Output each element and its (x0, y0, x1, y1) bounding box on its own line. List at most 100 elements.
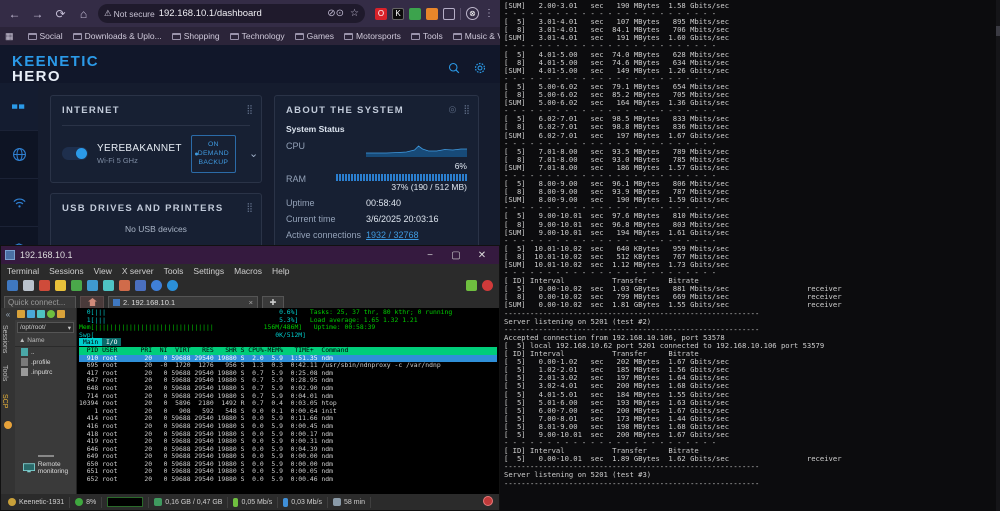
bookmark-item[interactable]: Games (291, 30, 338, 42)
status-memory[interactable]: 0,16 GB / 0,47 GB (149, 497, 228, 508)
drag-handle-icon[interactable]: ⣿ (463, 104, 470, 115)
bookmark-item[interactable]: Music & Video (449, 30, 500, 42)
status-cpu[interactable]: 8% (70, 497, 102, 508)
session-icon[interactable] (7, 280, 18, 291)
status-upload[interactable]: 0,05 Mb/s (228, 497, 278, 508)
ram-bar-segment (363, 174, 365, 181)
tunneling-icon[interactable] (103, 280, 114, 291)
games-icon[interactable] (39, 280, 50, 291)
packages-icon[interactable] (119, 280, 130, 291)
menu-terminal[interactable]: Terminal (7, 266, 39, 276)
warning-triangle-icon: ⚠ (104, 8, 112, 19)
settings-icon[interactable] (135, 280, 146, 291)
htop-terminal[interactable]: 0[||| 0.6%] Tasks: 25, 37 thr, 80 kthr; … (77, 308, 499, 494)
sftp-path-input[interactable]: /opt/root/ ▾ (17, 322, 74, 333)
status-download[interactable]: 0,03 Mb/s (278, 497, 328, 508)
side-tab-sessions[interactable]: Sessions (1, 319, 8, 359)
chevron-down-icon[interactable]: ⌄ (249, 147, 258, 160)
side-tab-scp[interactable]: SCP (1, 388, 8, 414)
scrollbar-thumb[interactable] (996, 26, 1000, 36)
menu-settings[interactable]: Settings (193, 266, 224, 276)
bookmark-item[interactable]: Technology (226, 30, 289, 42)
sftp-file-name: .inputrc (31, 369, 52, 376)
sidebar-item-wifi[interactable] (0, 179, 38, 227)
apps-grid-icon[interactable]: ▦ (5, 31, 14, 42)
kebab-menu-icon[interactable]: ⋮ (484, 8, 494, 19)
maximize-button[interactable]: ▢ (443, 246, 469, 264)
tools-icon[interactable] (23, 280, 34, 291)
xserver-status-icon[interactable] (466, 280, 477, 291)
session-tab[interactable]: 2. 192.168.10.1 × (108, 296, 258, 309)
active-connections-value[interactable]: 1932 / 32768 (366, 230, 419, 240)
drag-handle-icon[interactable]: ⣿ (246, 202, 253, 213)
menu-xserver[interactable]: X server (122, 266, 154, 276)
opera-ext-icon[interactable]: O (375, 8, 387, 20)
iperf-terminal[interactable]: [SUM] 2.00-3.01 sec 190 MBytes 1.58 Gbit… (500, 0, 1000, 511)
minimize-button[interactable]: − (417, 246, 443, 264)
reload-icon[interactable]: ⟳ (52, 5, 69, 22)
status-host[interactable]: Keenetic-1931 (3, 497, 70, 508)
forward-icon[interactable]: → (29, 5, 46, 22)
globe-icon[interactable] (151, 280, 162, 291)
chevron-down-icon[interactable]: ▾ (68, 324, 71, 332)
bookmark-item[interactable]: Tools (407, 30, 447, 42)
translate-icon[interactable]: ⊘⊙ (327, 8, 344, 19)
help-icon[interactable] (167, 280, 178, 291)
display-icon[interactable] (71, 280, 82, 291)
sidebar-item-internet[interactable] (0, 131, 38, 179)
settings-gear-icon[interactable]: ◎ (449, 104, 457, 115)
terminal-scrollbar[interactable] (996, 0, 1000, 511)
back-icon[interactable]: ← (6, 5, 23, 22)
upload-icon[interactable] (47, 310, 55, 318)
menu-sessions[interactable]: Sessions (49, 266, 84, 276)
download-icon[interactable] (37, 310, 45, 318)
new-tab-button[interactable]: ✚ (262, 296, 284, 309)
sftp-column-header[interactable]: ▲ Name (15, 335, 76, 347)
home-tab[interactable] (80, 296, 104, 309)
drag-handle-icon[interactable]: ⣿ (246, 104, 253, 115)
htop-row[interactable]: 652 root 20 0 59688 29540 19880 S 0.0 5.… (79, 475, 333, 483)
status-uptime[interactable]: 58 min (328, 497, 371, 508)
profile-icon[interactable]: ⊗ (466, 7, 479, 20)
menu-tools[interactable]: Tools (164, 266, 184, 276)
close-button[interactable]: ✕ (469, 246, 495, 264)
refresh-icon[interactable] (27, 310, 35, 318)
ram-bar-segment (432, 174, 434, 181)
internet-toggle[interactable] (62, 147, 88, 160)
multiexec-icon[interactable] (87, 280, 98, 291)
address-bar[interactable]: ⚠ Not secure 192.168.10.1/dashboard ⊘⊙ ☆ (98, 4, 365, 23)
bookmark-item[interactable]: Motorsports (340, 30, 405, 42)
k-ext-icon[interactable]: K (392, 8, 404, 20)
split-screen-icon[interactable] (443, 8, 455, 20)
new-folder-icon[interactable] (57, 310, 65, 318)
menu-help[interactable]: Help (272, 266, 289, 276)
sftp-row[interactable]: .. (15, 347, 76, 357)
mobaxterm-titlebar[interactable]: 192.168.10.1 − ▢ ✕ (1, 246, 499, 264)
star-icon[interactable] (55, 280, 66, 291)
sidebar-item-dashboard[interactable] (0, 83, 38, 131)
sftp-row[interactable]: .inputrc (15, 367, 76, 377)
orange-ext-icon[interactable] (426, 8, 438, 20)
folder-up-icon[interactable] (17, 310, 25, 318)
home-icon[interactable]: ⌂ (75, 5, 92, 22)
bookmark-star-icon[interactable]: ☆ (350, 8, 359, 19)
tab-close-icon[interactable]: × (249, 298, 253, 307)
bookmark-item[interactable]: Shopping (168, 30, 224, 42)
menu-view[interactable]: View (94, 266, 112, 276)
gear-icon[interactable] (474, 62, 486, 77)
bookmark-item[interactable]: Social (24, 30, 67, 42)
menu-macros[interactable]: Macros (234, 266, 262, 276)
record-icon[interactable] (483, 496, 493, 506)
not-secure-badge[interactable]: ⚠ Not secure (104, 8, 155, 19)
exit-icon[interactable] (482, 280, 493, 291)
quick-connect-input[interactable]: Quick connect... (4, 296, 76, 309)
extensions-row: O K ⊗ ⋮ (371, 7, 494, 20)
on-demand-backup-badge[interactable]: ON DEMAND BACKUP (191, 135, 236, 173)
green-ext-icon[interactable] (409, 8, 421, 20)
search-icon[interactable] (448, 62, 460, 77)
sftp-row[interactable]: .profile (15, 357, 76, 367)
remote-monitoring-widget[interactable]: Remote monitoring (15, 452, 76, 478)
bookmark-item[interactable]: Downloads & Uplo... (69, 30, 166, 42)
side-tab-tools[interactable]: Tools (1, 359, 8, 387)
collapse-icon[interactable]: « (1, 308, 15, 319)
